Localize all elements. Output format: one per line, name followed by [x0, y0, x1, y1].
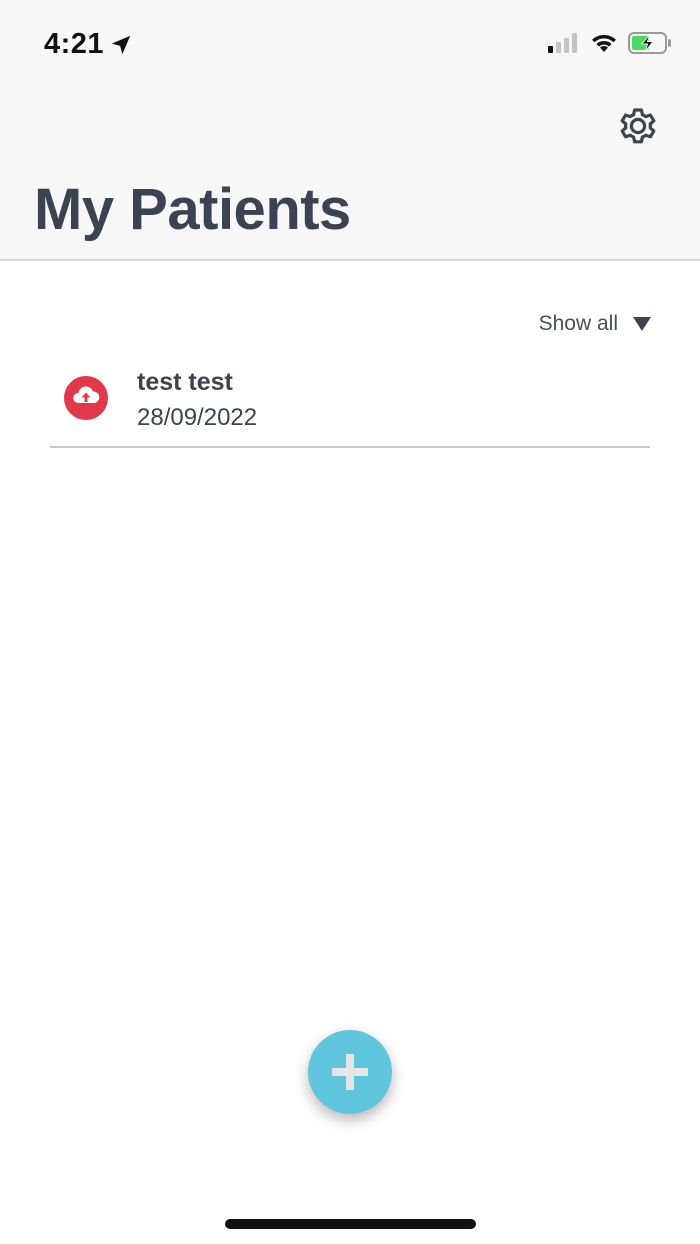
filter-label: Show all — [538, 312, 618, 335]
patient-date: 28/09/2022 — [137, 404, 258, 431]
status-icons — [548, 32, 672, 54]
status-time: 4:21 — [44, 28, 132, 61]
plus-icon — [332, 1054, 368, 1090]
cloud-upload-icon — [64, 376, 108, 420]
page-title: My Patients — [34, 177, 351, 242]
location-arrow-icon — [111, 35, 131, 54]
patient-list-item[interactable]: test test 28/09/2022 — [50, 360, 650, 448]
settings-button[interactable] — [612, 100, 664, 152]
battery-charging-icon — [628, 32, 671, 54]
add-patient-button[interactable] — [308, 1030, 392, 1114]
screen: 4:21 My Patients Show all test test 28/0… — [0, 0, 700, 1244]
cellular-signal-icon — [548, 33, 577, 53]
header: 4:21 My Patients — [0, 0, 700, 261]
triangle-down-icon — [633, 317, 651, 331]
filter-dropdown[interactable]: Show all — [539, 312, 652, 336]
status-time-text: 4:21 — [44, 28, 105, 60]
patient-name: test test — [137, 368, 233, 396]
wifi-icon — [592, 34, 616, 52]
gear-icon — [620, 108, 656, 144]
home-indicator — [225, 1219, 476, 1229]
